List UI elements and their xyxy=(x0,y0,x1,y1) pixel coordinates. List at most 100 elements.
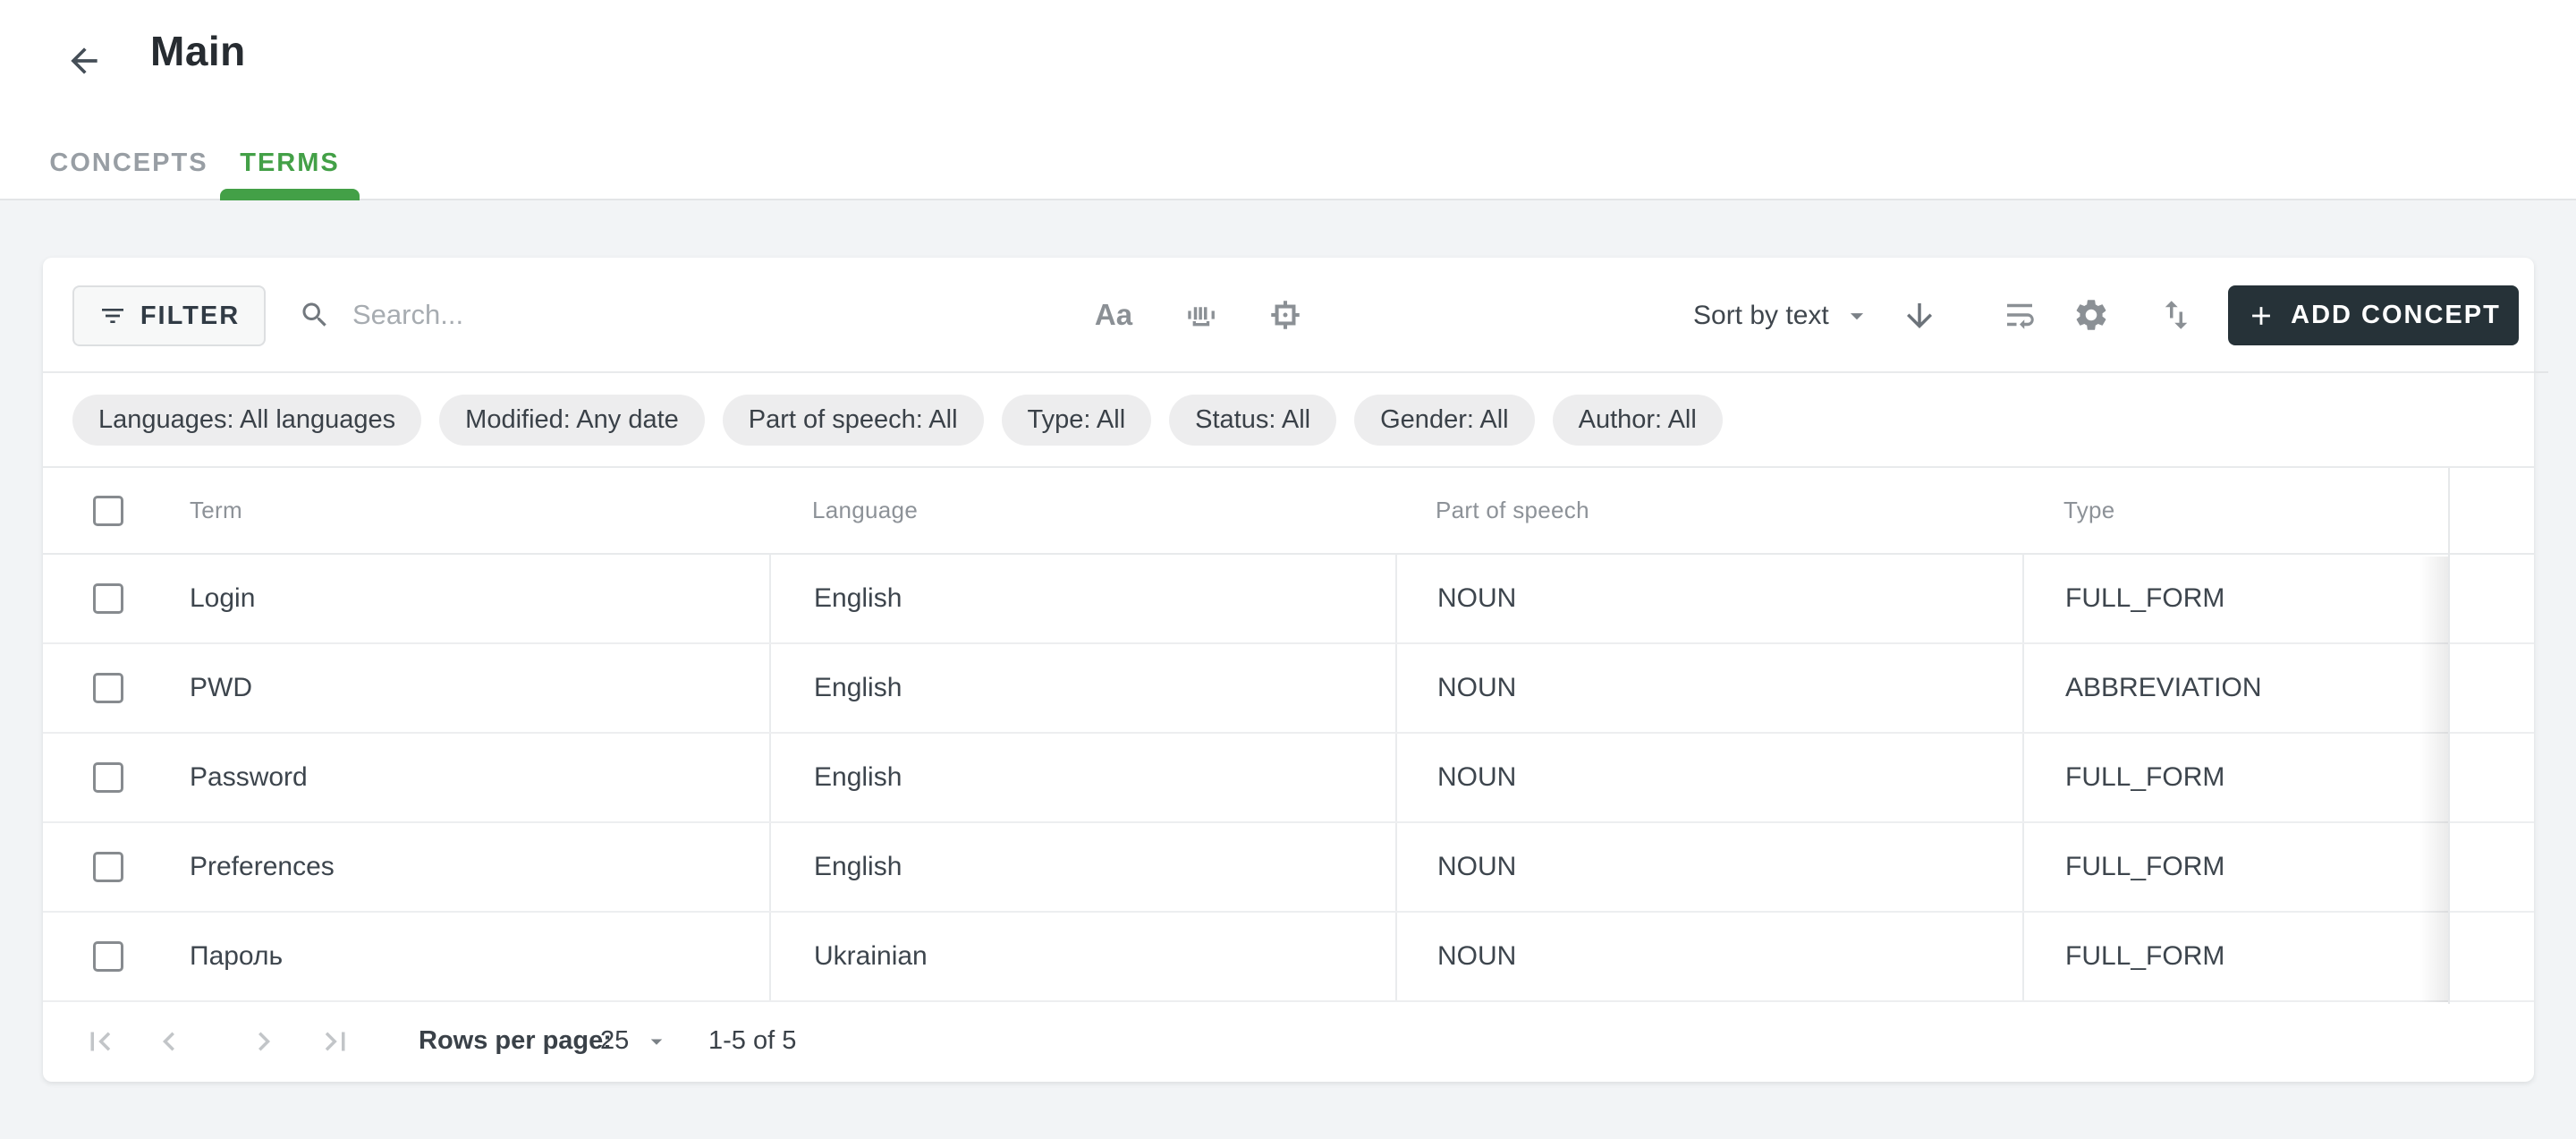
filter-chip[interactable]: Status: All xyxy=(1169,395,1336,446)
select-all-checkbox[interactable] xyxy=(93,496,123,526)
part-of-speech-cell: NOUN xyxy=(1395,823,2022,911)
term-cell: PWD xyxy=(43,644,769,732)
screen: Main CONCEPTS TERMS FILTER xyxy=(0,0,2576,1139)
last-page-icon xyxy=(317,1023,354,1060)
sort-caret-icon xyxy=(1842,301,1872,331)
whole-word-icon xyxy=(1182,296,1220,334)
arrow-back-icon xyxy=(64,41,104,81)
type-cell: FULL_FORM xyxy=(2022,555,2448,642)
chevron-right-icon xyxy=(245,1023,283,1060)
filter-chip[interactable]: Type: All xyxy=(1002,395,1152,446)
part-of-speech-cell: NOUN xyxy=(1395,734,2022,821)
filter-chip-label: Status: All xyxy=(1195,405,1310,435)
term-cell: Preferences xyxy=(43,823,769,911)
add-concept-label: ADD CONCEPT xyxy=(2291,301,2501,330)
filter-chip-label: Part of speech: All xyxy=(749,405,958,435)
search-icon xyxy=(299,299,331,331)
column-header-language: Language xyxy=(812,468,918,553)
language-cell: English xyxy=(769,734,1395,821)
plus-icon xyxy=(2246,301,2276,331)
page-title: Main xyxy=(150,27,246,75)
whole-word-button[interactable] xyxy=(1176,290,1226,340)
rows-per-page-value: 25 xyxy=(600,1026,629,1056)
exact-match-button[interactable] xyxy=(1260,290,1310,340)
language-cell: English xyxy=(769,555,1395,642)
import-export-button[interactable] xyxy=(2151,290,2201,340)
filter-chip-label: Gender: All xyxy=(1380,405,1508,435)
tab-terms[interactable]: TERMS xyxy=(220,127,360,199)
first-page-icon xyxy=(81,1023,119,1060)
filter-chip-row: Languages: All languages Modified: Any d… xyxy=(43,373,2534,468)
sort-direction-icon[interactable] xyxy=(1901,297,1938,335)
part-of-speech-cell: NOUN xyxy=(1395,644,2022,732)
filter-chip[interactable]: Part of speech: All xyxy=(723,395,984,446)
type-cell: FULL_FORM xyxy=(2022,734,2448,821)
pinned-column-separator xyxy=(2448,468,2450,1004)
filter-button-label: FILTER xyxy=(140,302,240,331)
top-header: Main CONCEPTS TERMS xyxy=(0,0,2576,200)
active-tab-indicator xyxy=(220,189,360,200)
filter-chip[interactable]: Modified: Any date xyxy=(439,395,705,446)
toolbar-divider-overhang xyxy=(2534,371,2548,373)
filter-chip-label: Modified: Any date xyxy=(465,405,679,435)
toolbar: FILTER Aa xyxy=(43,258,2534,373)
back-button[interactable] xyxy=(59,36,109,86)
search-input[interactable] xyxy=(351,298,909,332)
table-row[interactable]: Preferences English NOUN FULL_FORM xyxy=(43,823,2534,913)
table-row[interactable]: PWD English NOUN ABBREVIATION xyxy=(43,644,2534,734)
import-export-icon xyxy=(2157,296,2195,334)
filter-chip[interactable]: Languages: All languages xyxy=(72,395,421,446)
search-box xyxy=(299,285,909,345)
column-header-type: Type xyxy=(2063,468,2115,553)
filter-icon xyxy=(98,302,127,330)
pagination-range: 1-5 of 5 xyxy=(708,1002,796,1080)
language-cell: Ukrainian xyxy=(769,913,1395,1000)
part-of-speech-cell: NOUN xyxy=(1395,555,2022,642)
pinned-column-shadow xyxy=(2419,557,2448,1002)
tab-concepts-label: CONCEPTS xyxy=(49,149,208,178)
tab-terms-label: TERMS xyxy=(240,149,340,178)
settings-button[interactable] xyxy=(2066,290,2116,340)
table-row[interactable]: Password English NOUN FULL_FORM xyxy=(43,734,2534,823)
match-case-button[interactable]: Aa xyxy=(1089,290,1139,340)
sort-by-label: Sort by text xyxy=(1693,301,1829,331)
rows-per-page-label: Rows per page: xyxy=(419,1002,612,1080)
term-cell: Пароль xyxy=(43,913,769,1000)
tab-concepts[interactable]: CONCEPTS xyxy=(43,127,215,199)
part-of-speech-cell: NOUN xyxy=(1395,913,2022,1000)
table-row[interactable]: Пароль Ukrainian NOUN FULL_FORM xyxy=(43,913,2534,1002)
filter-chip[interactable]: Author: All xyxy=(1553,395,1723,446)
table-body: Login English NOUN FULL_FORM PWD English… xyxy=(43,555,2534,1002)
match-case-icon: Aa xyxy=(1095,298,1132,332)
sort-by-dropdown[interactable]: Sort by text xyxy=(1693,258,1938,373)
column-header-term: Term xyxy=(190,468,242,553)
table-row[interactable]: Login English NOUN FULL_FORM xyxy=(43,555,2534,644)
previous-page-button[interactable] xyxy=(148,1020,191,1063)
filter-chip-label: Author: All xyxy=(1579,405,1697,435)
wrap-text-icon xyxy=(2001,296,2038,334)
column-header-part-of-speech: Part of speech xyxy=(1436,468,1589,553)
type-cell: FULL_FORM xyxy=(2022,823,2448,911)
gear-icon xyxy=(2072,296,2110,334)
pagination-bar: Rows per page: 25 1-5 of 5 xyxy=(43,1002,2534,1080)
language-cell: English xyxy=(769,644,1395,732)
next-page-button[interactable] xyxy=(242,1020,285,1063)
term-cell: Password xyxy=(43,734,769,821)
filter-button[interactable]: FILTER xyxy=(72,285,266,346)
filter-chip-label: Languages: All languages xyxy=(98,405,395,435)
table-header: Term Language Part of speech Type xyxy=(43,468,2534,555)
term-cell: Login xyxy=(43,555,769,642)
rows-per-page-select[interactable]: 25 xyxy=(600,1002,670,1080)
rows-per-page-caret-icon xyxy=(643,1028,670,1055)
last-page-button[interactable] xyxy=(314,1020,357,1063)
first-page-button[interactable] xyxy=(79,1020,122,1063)
filter-chip[interactable]: Gender: All xyxy=(1354,395,1534,446)
chevron-left-icon xyxy=(150,1023,188,1060)
focus-frame-icon xyxy=(1267,296,1304,334)
add-concept-button[interactable]: ADD CONCEPT xyxy=(2228,285,2519,345)
type-cell: FULL_FORM xyxy=(2022,913,2448,1000)
wrap-text-button[interactable] xyxy=(1995,290,2045,340)
filter-chip-label: Type: All xyxy=(1028,405,1126,435)
language-cell: English xyxy=(769,823,1395,911)
terms-panel: FILTER Aa xyxy=(43,258,2534,1082)
